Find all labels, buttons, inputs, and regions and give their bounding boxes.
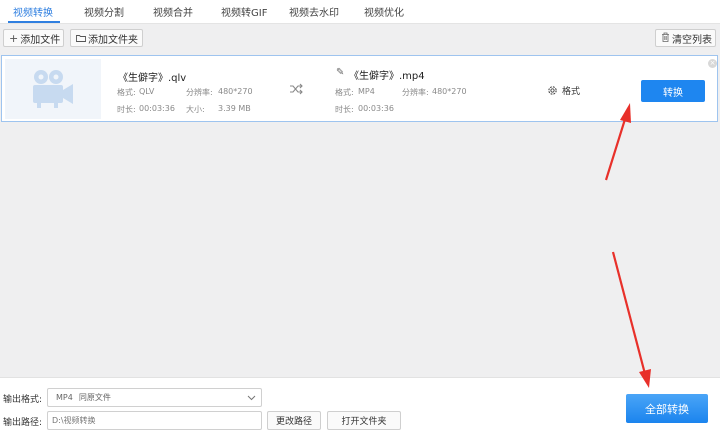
output-format-label: 输出格式: xyxy=(3,395,43,405)
remove-file-icon[interactable]: × xyxy=(708,59,717,68)
active-tab-indicator xyxy=(8,21,60,23)
clear-list-button[interactable]: 清空列表 xyxy=(655,29,716,47)
tab-video-remove-watermark[interactable]: 视频去水印 xyxy=(289,4,339,20)
source-format-label: 格式: xyxy=(117,88,136,97)
format-settings-button[interactable]: 格式 xyxy=(547,84,580,97)
tab-video-to-gif[interactable]: 视频转GIF xyxy=(221,4,267,20)
target-file-name: 《生僻字》.mp4 xyxy=(349,71,425,82)
file-list: 《生僻字》.qlv 格式: QLV 分辨率: 480*270 时长: 00:03… xyxy=(0,52,720,377)
source-file-name: 《生僻字》.qlv xyxy=(118,73,187,84)
add-file-button[interactable]: + 添加文件 xyxy=(3,29,64,47)
tab-video-convert[interactable]: 视频转换 xyxy=(13,4,53,20)
source-size-label: 大小: xyxy=(186,105,205,114)
folder-icon xyxy=(76,32,86,45)
chevron-down-icon xyxy=(247,395,256,401)
source-resolution: 480*270 xyxy=(218,87,253,96)
shuffle-icon xyxy=(290,83,303,95)
target-duration: 00:03:36 xyxy=(358,104,394,113)
tab-video-merge[interactable]: 视频合并 xyxy=(153,4,193,20)
add-file-label: 添加文件 xyxy=(20,34,61,46)
change-path-button[interactable]: 更改路径 xyxy=(267,411,321,430)
add-folder-button[interactable]: 添加文件夹 xyxy=(70,29,143,47)
toolbar: + 添加文件 添加文件夹 清空列表 xyxy=(0,25,720,51)
target-resolution-label: 分辨率: xyxy=(402,88,429,97)
output-format-sub: 同原文件 xyxy=(78,393,111,402)
target-resolution: 480*270 xyxy=(432,87,467,96)
convert-button[interactable]: 转换 xyxy=(641,80,705,102)
video-thumbnail xyxy=(5,59,101,119)
convert-all-button[interactable]: 全部转换 xyxy=(626,394,708,423)
format-settings-label: 格式 xyxy=(562,87,581,97)
open-folder-button[interactable]: 打开文件夹 xyxy=(327,411,401,430)
target-duration-label: 时长: xyxy=(335,105,354,114)
tab-bar: 视频转换 视频分割 视频合并 视频转GIF 视频去水印 视频优化 xyxy=(0,0,720,24)
source-resolution-label: 分辨率: xyxy=(186,88,213,97)
tab-video-split[interactable]: 视频分割 xyxy=(84,4,124,20)
source-format: QLV xyxy=(139,87,155,96)
target-format-label: 格式: xyxy=(335,88,354,97)
trash-icon xyxy=(661,32,670,45)
tab-video-optimize[interactable]: 视频优化 xyxy=(364,4,404,20)
source-duration-label: 时长: xyxy=(117,105,136,114)
output-format-value: MP4 xyxy=(56,393,73,402)
output-format-select[interactable]: MP4 同原文件 xyxy=(47,388,262,407)
add-folder-label: 添加文件夹 xyxy=(88,34,138,46)
file-row[interactable]: 《生僻字》.qlv 格式: QLV 分辨率: 480*270 时长: 00:03… xyxy=(1,55,718,122)
plus-icon: + xyxy=(9,31,19,45)
source-duration: 00:03:36 xyxy=(139,104,175,113)
clear-list-label: 清空列表 xyxy=(672,34,712,46)
edit-name-icon[interactable]: ✎ xyxy=(336,67,344,78)
target-format: MP4 xyxy=(358,87,375,96)
gear-icon xyxy=(548,86,557,95)
source-size: 3.39 MB xyxy=(218,104,251,113)
output-settings-panel: 输出格式: MP4 同原文件 输出路径: 更改路径 打开文件夹 全部转换 xyxy=(0,377,720,433)
video-camera-icon xyxy=(33,70,73,108)
output-path-label: 输出路径: xyxy=(3,418,43,428)
output-path-field[interactable] xyxy=(47,411,262,430)
